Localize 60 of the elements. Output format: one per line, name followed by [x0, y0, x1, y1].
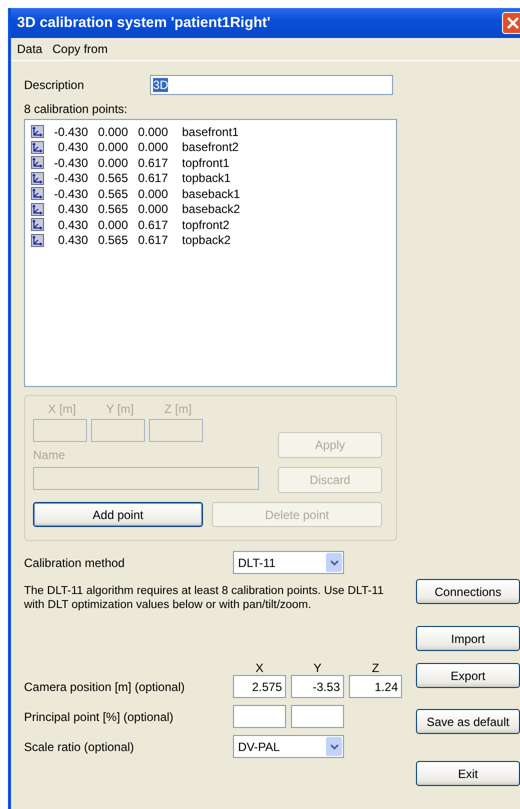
- axis-label: Z: [370, 661, 380, 675]
- side-button[interactable]: Save as default: [416, 709, 520, 734]
- coordinate-text: -0.430: [52, 124, 88, 139]
- axis-label: Y: [312, 661, 322, 675]
- coordinate-text: -0.430: [52, 156, 88, 170]
- side-button[interactable]: Exit: [416, 761, 520, 786]
- help-text: The DLT-11 algorithm requires at least 8 calibration points. Use DLT-11 with DLT optimization values below or with pan/tilt/zoom.: [24, 584, 385, 612]
- field-label: Camera position [m] (optional): [24, 680, 186, 694]
- coordinate-text: 0.430: [56, 233, 88, 248]
- coordinate-text: 0.000: [96, 140, 128, 154]
- coordinate-text: 0.565: [96, 233, 128, 248]
- side-button[interactable]: Connections: [416, 579, 520, 604]
- menu-item[interactable]: Copy from: [52, 42, 108, 56]
- field-label: Principal point [%] (optional): [24, 710, 174, 724]
- coordinate-text: -0.430: [52, 186, 88, 201]
- value-field[interactable]: 1.24: [349, 675, 402, 698]
- field-label: Description: [24, 78, 86, 92]
- coordinate-text: 0.000: [136, 124, 168, 139]
- coordinate-label: Y [m]: [105, 402, 135, 416]
- field-label: Scale ratio (optional): [24, 740, 136, 754]
- coordinate-text: 0.617: [136, 171, 168, 186]
- coordinate-text: 0.617: [136, 156, 168, 170]
- coordinate-text: 0.565: [96, 186, 128, 201]
- coordinate-text: 0.000: [96, 156, 128, 170]
- point-name[interactable]: baseback1: [182, 186, 240, 201]
- menu-item[interactable]: Data: [17, 42, 42, 56]
- field-label: Calibration method: [24, 556, 126, 570]
- coordinate-text: 0.000: [136, 186, 168, 201]
- coordinate-label: Z [m]: [163, 402, 193, 416]
- point-name[interactable]: topback2: [182, 233, 231, 248]
- coordinate-text: 0.000: [136, 140, 168, 154]
- side-button[interactable]: Import: [416, 626, 520, 651]
- point-name[interactable]: basefront1: [182, 124, 239, 139]
- point-name[interactable]: topfront1: [182, 156, 230, 170]
- description-field[interactable]: 3D: [150, 75, 393, 95]
- scale-dropdown[interactable]: DV-PAL: [233, 735, 344, 758]
- coordinate-text: 0.000: [96, 218, 128, 232]
- coordinate-text: -0.430: [52, 171, 88, 186]
- coordinate-text: 0.000: [96, 124, 128, 139]
- point-name[interactable]: basefront2: [182, 140, 239, 154]
- list-label: 8 calibration points:: [24, 102, 128, 116]
- value-field[interactable]: 2.575: [233, 675, 286, 698]
- coordinate-label: X [m]: [46, 402, 77, 416]
- point-name[interactable]: topfront2: [182, 218, 230, 232]
- coordinate-text: 0.617: [136, 233, 168, 248]
- value-field[interactable]: -3.53: [291, 675, 344, 698]
- axis-label: X: [254, 661, 264, 675]
- point-name[interactable]: topback1: [182, 171, 231, 186]
- coordinate-text: 0.430: [56, 218, 88, 232]
- coordinate-text: 0.617: [136, 218, 168, 232]
- coordinate-text: 0.430: [56, 140, 88, 154]
- point-name[interactable]: baseback2: [182, 202, 240, 216]
- window-title: 3D calibration system 'patient1Right': [16, 15, 270, 31]
- side-button[interactable]: Export: [416, 663, 520, 688]
- coordinate-text: 0.565: [96, 171, 128, 186]
- coordinate-text: 0.000: [136, 202, 168, 216]
- name-label: Name: [33, 448, 66, 462]
- coordinate-text: 0.565: [96, 202, 128, 216]
- method-dropdown[interactable]: DLT-11: [233, 551, 344, 574]
- coordinate-text: 0.430: [56, 202, 88, 216]
